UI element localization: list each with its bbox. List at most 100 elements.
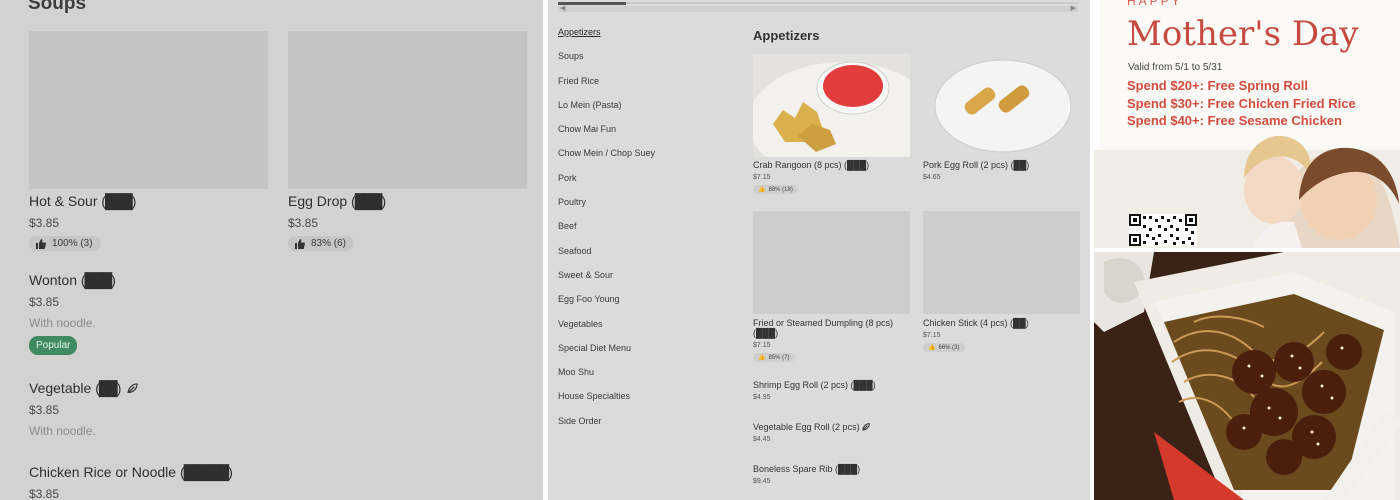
rating-pill: 👍 88% (18) <box>753 185 798 194</box>
horizontal-scrollbar[interactable]: ◀ ▶ <box>558 4 1078 12</box>
item-price: $3.85 <box>29 295 60 309</box>
thumbs-up-icon: 👍 <box>758 187 766 193</box>
rating-text: 85% (7) <box>768 354 790 361</box>
item-name: Boneless Spare Rib (███) <box>753 464 861 474</box>
qr-code-icon[interactable] <box>1129 214 1197 246</box>
scroll-right-arrow-icon[interactable]: ▶ <box>1071 4 1076 12</box>
leaf-icon <box>862 423 870 431</box>
promo-eyebrow: HAPPY <box>1127 0 1183 8</box>
menu-item-pork-egg-roll[interactable]: Pork Egg Roll (2 pcs) (██) $4.65 <box>923 160 1029 181</box>
item-price: $7.15 <box>923 332 941 339</box>
item-name: Pork Egg Roll (2 pcs) (██) <box>923 160 1030 170</box>
menu-item-chicken-stick[interactable]: Chicken Stick (4 pcs) (██) $7.15 👍 66% (3… <box>923 318 1029 352</box>
rating-text: 88% (18) <box>768 186 793 193</box>
menu-item-wonton[interactable]: Wonton (███) $3.85 With noodle. Popular <box>29 272 116 355</box>
item-price: $3.85 <box>29 487 60 500</box>
menu-panel: ◀ ▶ Appetizers Soups Fried Rice Lo Mein … <box>548 0 1090 500</box>
soups-panel: Soups Hot & Sour (███) $3.85 100% (3) Eg… <box>0 0 543 500</box>
promo-deal-3: Spend $40+: Free Sesame Chicken <box>1127 113 1342 128</box>
item-name-glyph: (███) <box>80 272 116 288</box>
category-pork[interactable]: Pork <box>558 172 655 196</box>
thumbs-up-icon <box>36 238 46 249</box>
category-poultry[interactable]: Poultry <box>558 196 655 220</box>
item-name: Shrimp Egg Roll (2 pcs) (███) <box>753 380 876 390</box>
section-title-soups: Soups <box>28 0 87 14</box>
item-name: Hot & Sour <box>29 193 98 209</box>
category-side-order[interactable]: Side Order <box>558 415 655 439</box>
item-name: Vegetable Egg Roll (2 pcs) <box>753 422 860 432</box>
category-house-specialties[interactable]: House Specialties <box>558 390 655 414</box>
category-vegetables[interactable]: Vegetables <box>558 318 655 342</box>
item-description: With noodle. <box>29 424 96 438</box>
crab-rangoon-photo[interactable] <box>753 54 910 157</box>
menu-item-dumpling[interactable]: Fried or Steamed Dumpling (8 pcs) (███) … <box>753 318 913 362</box>
category-egg-foo-young[interactable]: Egg Foo Young <box>558 293 655 317</box>
item-price: $3.85 <box>29 403 60 417</box>
item-image-placeholder[interactable] <box>288 31 527 189</box>
chicken-stick-image-placeholder[interactable] <box>923 211 1080 314</box>
thumbs-up-icon: 👍 <box>928 345 936 351</box>
menu-item-crab-rangoon[interactable]: Crab Rangoon (8 pcs) (███) $7.15 👍 88% (1… <box>753 160 869 194</box>
item-price: $4.45 <box>753 436 771 443</box>
popular-badge: Popular <box>29 336 78 355</box>
rating-text: 100% (3) <box>52 238 93 249</box>
rating-pill: 👍 66% (3) <box>923 343 965 352</box>
menu-item-hot-sour[interactable]: Hot & Sour (███) $3.85 100% (3) <box>29 193 136 254</box>
tab-bar <box>558 2 1078 4</box>
promo-deal-1: Spend $20+: Free Spring Roll <box>1127 78 1308 93</box>
category-chow-mein[interactable]: Chow Mein / Chop Suey <box>558 147 655 171</box>
promo-title: Mother's Day <box>1127 14 1359 54</box>
rating-pill: 👍 85% (7) <box>753 353 795 362</box>
mothers-day-promo[interactable]: HAPPY Mother's Day Valid from 5/1 to 5/3… <box>1094 0 1400 248</box>
item-name-glyph: (█████) <box>179 464 233 480</box>
item-price: $7.15 <box>753 174 771 181</box>
item-name: Vegetable <box>29 380 92 396</box>
food-photo-illustration <box>1094 252 1400 500</box>
item-name: Crab Rangoon (8 pcs) (███) <box>753 160 870 170</box>
item-name: Wonton <box>29 272 77 288</box>
category-sidebar: Appetizers Soups Fried Rice Lo Mein (Pas… <box>558 26 655 439</box>
category-sweet-sour[interactable]: Sweet & Sour <box>558 269 655 293</box>
category-moo-shu[interactable]: Moo Shu <box>558 366 655 390</box>
rating-text: 83% (6) <box>311 238 347 249</box>
item-price: $7.15 <box>753 342 771 349</box>
thumbs-up-icon <box>295 238 305 249</box>
category-chow-mai-fun[interactable]: Chow Mai Fun <box>558 123 655 147</box>
section-title-appetizers: Appetizers <box>753 28 820 43</box>
rating-text: 66% (3) <box>938 344 960 351</box>
menu-item-shrimp-egg-roll[interactable]: Shrimp Egg Roll (2 pcs) (███) $4.95 <box>753 380 876 401</box>
category-beef[interactable]: Beef <box>558 220 655 244</box>
menu-item-egg-drop[interactable]: Egg Drop (███) $3.85 83% (6) <box>288 193 386 254</box>
item-description: With noodle. <box>29 316 96 330</box>
category-lo-mein[interactable]: Lo Mein (Pasta) <box>558 99 655 123</box>
rating-pill: 83% (6) <box>288 236 355 251</box>
item-name-glyph: (███) <box>101 193 136 209</box>
category-fried-rice[interactable]: Fried Rice <box>558 75 655 99</box>
item-price: $4.65 <box>923 174 941 181</box>
item-image-placeholder[interactable] <box>29 31 268 189</box>
pork-egg-roll-photo[interactable] <box>923 54 1080 157</box>
item-name: Chicken Rice or Noodle <box>29 464 177 480</box>
category-special-diet[interactable]: Special Diet Menu <box>558 342 655 366</box>
thumbs-up-icon: 👍 <box>758 355 766 361</box>
category-soups[interactable]: Soups <box>558 50 655 74</box>
category-appetizers[interactable]: Appetizers <box>558 26 655 50</box>
promo-valid-dates: Valid from 5/1 to 5/31 <box>1128 62 1223 73</box>
scroll-left-arrow-icon[interactable]: ◀ <box>560 4 565 12</box>
category-seafood[interactable]: Seafood <box>558 245 655 269</box>
sesame-chicken-photo <box>1094 252 1400 500</box>
item-name: Chicken Stick (4 pcs) (██) <box>923 318 1029 328</box>
dumpling-image-placeholder[interactable] <box>753 211 910 314</box>
rating-pill: 100% (3) <box>29 236 101 251</box>
tab-active-indicator[interactable] <box>558 2 626 5</box>
menu-item-vegetable[interactable]: Vegetable (██) $3.85 With noodle. <box>29 380 138 438</box>
menu-item-vegetable-egg-roll[interactable]: Vegetable Egg Roll (2 pcs) $4.45 <box>753 422 870 443</box>
menu-item-boneless-spare-rib[interactable]: Boneless Spare Rib (███) $9.45 <box>753 464 860 485</box>
item-name-glyph: (███) <box>351 193 386 209</box>
menu-item-chicken-rice-noodle[interactable]: Chicken Rice or Noodle (█████) $3.85 <box>29 464 233 500</box>
item-name: Fried or Steamed Dumpling (8 pcs) (███) <box>753 318 894 338</box>
item-price: $3.85 <box>29 216 60 230</box>
item-price: $9.45 <box>753 478 771 485</box>
item-price: $4.95 <box>753 394 771 401</box>
item-price: $3.85 <box>288 216 319 230</box>
